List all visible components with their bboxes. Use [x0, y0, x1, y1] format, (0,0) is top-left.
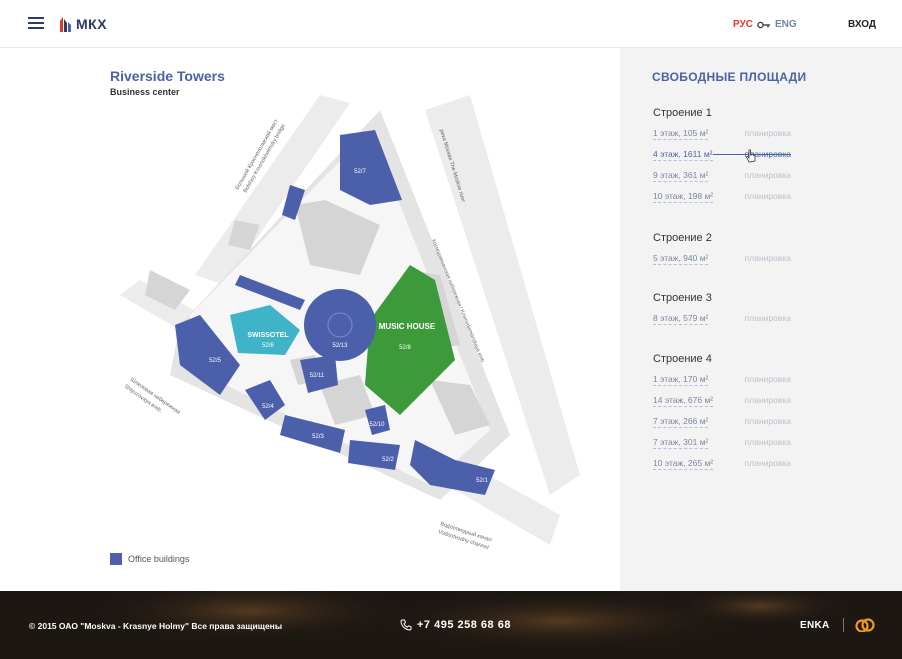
free-spaces-panel: СВОБОДНЫЕ ПЛОЩАДИ Строение 1 1 этаж, 105… — [620, 48, 902, 591]
floor-row[interactable]: 9 этаж, 361 м² планировка — [653, 170, 791, 191]
floor-row[interactable]: 7 этаж, 301 м² планировка — [653, 437, 791, 458]
building-name: Строение 4 — [653, 353, 712, 365]
legend-label: Office buildings — [128, 554, 190, 564]
plan-link[interactable]: планировка — [745, 395, 791, 405]
floor-row[interactable]: 5 этаж, 940 м² планировка — [653, 253, 791, 274]
label-52-7: 52/7 — [354, 169, 366, 175]
plan-link[interactable]: планировка — [745, 170, 791, 180]
language-switch: РУС ENG — [733, 19, 797, 30]
login-button[interactable]: ВХОД — [848, 19, 876, 30]
menu-icon[interactable] — [28, 17, 44, 30]
partner-enka-logo[interactable]: ENKA — [800, 620, 830, 631]
site-map: 52/7 52/13 MUSIC HOUSE 52/8 SWISSOTEL 52… — [120, 95, 580, 551]
label-52-2: 52/2 — [382, 457, 394, 463]
building-name: Строение 1 — [653, 107, 712, 119]
building-1: Строение 1 1 этаж, 105 м² планировка 4 эт… — [653, 107, 791, 212]
label-52-13: 52/13 — [332, 343, 348, 349]
building-4: Строение 4 1 этаж, 170 м² планировка 14 э… — [653, 353, 791, 479]
toggle-key-icon[interactable] — [757, 21, 771, 29]
floor-text[interactable]: 7 этаж, 301 м² — [653, 437, 709, 449]
partner-logo-icon[interactable] — [855, 618, 875, 632]
plan-link[interactable]: планировка — [745, 437, 791, 447]
building-2: Строение 2 5 этаж, 940 м² планировка — [653, 232, 791, 274]
plan-link[interactable]: планировка — [745, 416, 791, 426]
floor-text[interactable]: 5 этаж, 940 м² — [653, 253, 709, 265]
label-52-3: 52/3 — [312, 434, 324, 440]
label-52-5: 52/5 — [209, 358, 221, 364]
footer: © 2015 ОАО "Moskva - Krasnye Holmy" Все … — [0, 591, 902, 659]
phone[interactable]: +7 495 258 68 68 — [400, 619, 511, 631]
map-legend: Office buildings — [110, 553, 189, 565]
label-music-house: MUSIC HOUSE — [379, 322, 436, 331]
header: МКХ РУС ENG ВХОД — [0, 0, 902, 48]
phone-icon — [400, 619, 412, 631]
floor-row[interactable]: 10 этаж, 265 м² планировка — [653, 458, 791, 479]
plan-link[interactable]: планировка — [745, 191, 791, 201]
label-52-10: 52/10 — [369, 422, 385, 428]
floor-row-active[interactable]: 4 этаж, 1611 м² планировка — [653, 149, 791, 170]
office-52-2[interactable] — [348, 440, 400, 470]
plan-link[interactable]: планировка — [745, 313, 791, 323]
logo[interactable]: МКХ — [58, 14, 107, 34]
floor-row[interactable]: 10 этаж, 198 м² планировка — [653, 191, 791, 212]
lang-en[interactable]: ENG — [775, 19, 797, 30]
plan-link[interactable]: планировка — [745, 458, 791, 468]
office-52-13[interactable] — [304, 289, 376, 361]
floor-text[interactable]: 7 этаж, 266 м² — [653, 416, 709, 428]
plan-link[interactable]: планировка — [745, 128, 791, 138]
floor-text[interactable]: 4 этаж, 1611 м² — [653, 149, 713, 161]
label-52-8: 52/8 — [399, 345, 411, 351]
floor-text[interactable]: 10 этаж, 198 м² — [653, 191, 714, 203]
plan-link[interactable]: планировка — [745, 253, 791, 263]
label-52-6: 52/6 — [262, 343, 274, 349]
phone-number[interactable]: +7 495 258 68 68 — [417, 619, 511, 631]
floor-row[interactable]: 1 этаж, 170 м² планировка — [653, 374, 791, 395]
hand-cursor-icon — [745, 149, 756, 163]
floor-text[interactable]: 9 этаж, 361 м² — [653, 170, 709, 182]
footer-divider — [843, 618, 844, 632]
label-52-4: 52/4 — [262, 404, 274, 410]
legend-swatch — [110, 553, 122, 565]
floor-text[interactable]: 8 этаж, 579 м² — [653, 313, 709, 325]
building-name: Строение 2 — [653, 232, 712, 244]
logo-text: МКХ — [76, 16, 108, 32]
label-52-1: 52/1 — [476, 478, 488, 484]
lang-ru[interactable]: РУС — [733, 19, 753, 30]
floor-row[interactable]: 7 этаж, 266 м² планировка — [653, 416, 791, 437]
floor-text[interactable]: 10 этаж, 265 м² — [653, 458, 714, 470]
copyright: © 2015 ОАО "Moskva - Krasnye Holmy" Все … — [29, 621, 283, 631]
floor-text[interactable]: 1 этаж, 105 м² — [653, 128, 709, 140]
floor-text[interactable]: 14 этаж, 676 м² — [653, 395, 714, 407]
floor-row[interactable]: 8 этаж, 579 м² планировка — [653, 313, 791, 334]
logo-mark-icon — [60, 17, 71, 32]
building-name: Строение 3 — [653, 292, 712, 304]
plan-link[interactable]: планировка — [745, 374, 791, 384]
label-swissotel: SWISSOTEL — [247, 332, 289, 339]
building-3: Строение 3 8 этаж, 579 м² планировка — [653, 292, 791, 334]
panel-title: СВОБОДНЫЕ ПЛОЩАДИ — [652, 70, 807, 84]
floor-row[interactable]: 14 этаж, 676 м² планировка — [653, 395, 791, 416]
label-52-11: 52/11 — [310, 373, 325, 379]
floor-row[interactable]: 1 этаж, 105 м² планировка — [653, 128, 791, 149]
floor-text[interactable]: 1 этаж, 170 м² — [653, 374, 709, 386]
